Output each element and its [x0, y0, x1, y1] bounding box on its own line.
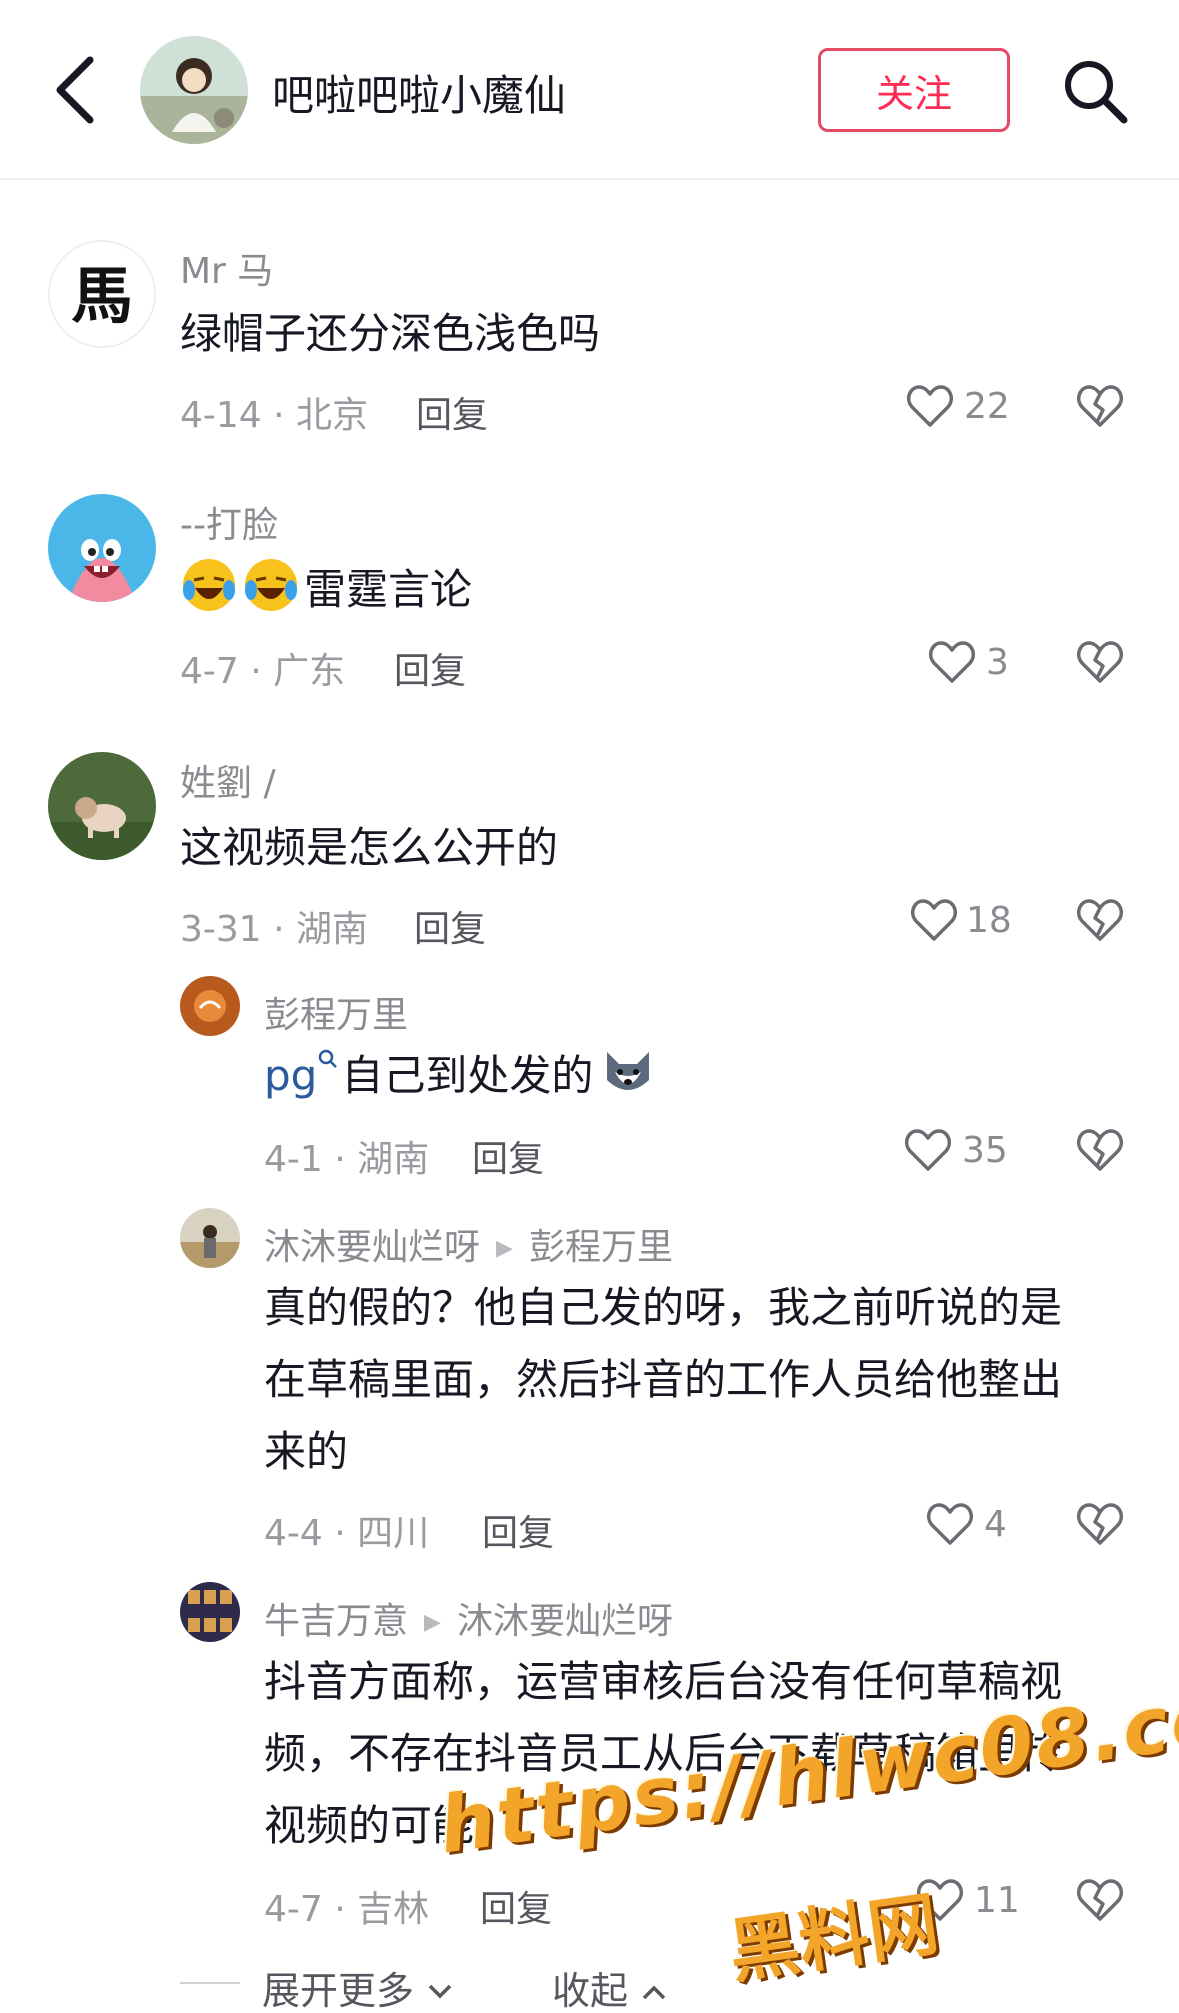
reply-button[interactable]: 回复 — [416, 386, 488, 438]
laugh-cry-emoji-icon — [183, 559, 235, 611]
reply-button[interactable]: 回复 — [394, 642, 466, 694]
commenter-name[interactable]: --打脸 — [180, 496, 278, 548]
like-count: 3 — [986, 642, 1009, 683]
dislike-broken-heart-icon[interactable] — [1076, 1502, 1124, 1546]
search-link-text[interactable]: pg — [264, 1051, 317, 1100]
commenter-name-text[interactable]: 沐沐要灿烂呀 — [264, 1227, 480, 1268]
commenter-name[interactable]: Mr 马 — [180, 242, 273, 294]
comment-text-content: 雷霆言论 — [304, 565, 473, 614]
comment-text-content: 自己到处发的 — [341, 1051, 594, 1100]
like-heart-icon[interactable] — [910, 898, 958, 942]
commenter-avatar[interactable]: 馬 — [48, 240, 156, 348]
comment-text: 真的假的？他自己发的呀，我之前听说的是 在草稿里面，然后抖音的工作人员给他整出 … — [264, 1272, 1144, 1488]
like-count: 22 — [964, 386, 1010, 427]
comment-meta: 4-7 · 广东 — [180, 651, 346, 692]
commenter-name: 牛吉万意 ▶ 沐沐要灿烂呀 — [264, 1592, 673, 1644]
top-bar: 吧啦吧啦小魔仙 关注 — [0, 0, 1179, 180]
reply-to-name[interactable]: 沐沐要灿烂呀 — [457, 1601, 673, 1642]
collapse-label: 收起 — [552, 1969, 629, 2013]
expand-more-label: 展开更多 — [262, 1969, 415, 2013]
like-count: 35 — [962, 1130, 1008, 1171]
like-count: 11 — [974, 1880, 1020, 1921]
dislike-broken-heart-icon[interactable] — [1076, 898, 1124, 942]
commenter-avatar[interactable] — [180, 976, 240, 1036]
comment-text-line: 来的 — [264, 1427, 349, 1476]
comment-text: 雷霆言论 — [180, 554, 472, 626]
dislike-broken-heart-icon[interactable] — [1076, 640, 1124, 684]
husky-dog-emoji-icon — [607, 1052, 650, 1090]
comment-meta: 4-1 · 湖南 — [264, 1139, 430, 1180]
comment-meta: 4-4 · 四川 — [264, 1513, 430, 1554]
comment-meta: 4-7 · 吉林 — [264, 1889, 430, 1930]
laugh-cry-emoji-icon — [245, 559, 297, 611]
dislike-broken-heart-icon[interactable] — [1076, 1878, 1124, 1922]
divider-line — [180, 1982, 240, 1984]
commenter-avatar[interactable] — [48, 752, 156, 860]
dislike-broken-heart-icon[interactable] — [1076, 384, 1124, 428]
comment-text: pg 自己到处发的 — [264, 1040, 661, 1112]
svg-text:馬: 馬 — [71, 259, 133, 332]
commenter-name-text[interactable]: 牛吉万意 — [264, 1601, 408, 1642]
reply-button[interactable]: 回复 — [472, 1130, 544, 1182]
chevron-down-icon — [428, 1984, 452, 1999]
commenter-name: 沐沐要灿烂呀 ▶ 彭程万里 — [264, 1218, 673, 1270]
comment-text: 绿帽子还分深色浅色吗 — [180, 309, 601, 358]
comment-meta: 3-31 · 湖南 — [180, 909, 369, 950]
back-arrow-icon[interactable] — [48, 52, 108, 128]
watermark-name: 黑料网 — [724, 1882, 944, 1994]
reply-button[interactable]: 回复 — [414, 900, 486, 952]
author-avatar[interactable] — [140, 36, 248, 144]
like-heart-icon[interactable] — [904, 1128, 952, 1172]
comment-meta: 4-14 · 北京 — [180, 395, 369, 436]
commenter-avatar[interactable] — [48, 494, 156, 602]
reply-to-arrow-icon: ▶ — [424, 1610, 441, 1635]
commenter-avatar[interactable] — [180, 1208, 240, 1268]
like-heart-icon[interactable] — [906, 384, 954, 428]
reply-button[interactable]: 回复 — [482, 1504, 554, 1556]
commenter-name[interactable]: 姓劉 / — [180, 754, 276, 806]
author-name: 吧啦吧啦小魔仙 — [272, 71, 567, 120]
dislike-broken-heart-icon[interactable] — [1076, 1128, 1124, 1172]
reply-button[interactable]: 回复 — [480, 1880, 552, 1932]
comment-text-line: 在草稿里面，然后抖音的工作人员给他整出 — [264, 1355, 1063, 1404]
follow-button[interactable]: 关注 — [818, 48, 1010, 132]
chevron-up-icon — [642, 1985, 666, 2000]
expand-more-button[interactable]: 展开更多 — [262, 1960, 454, 2013]
commenter-name[interactable]: 彭程万里 — [264, 986, 408, 1038]
search-small-icon[interactable] — [317, 1048, 339, 1070]
reply-to-name[interactable]: 彭程万里 — [529, 1227, 673, 1268]
reply-to-arrow-icon: ▶ — [496, 1236, 513, 1261]
search-icon[interactable] — [1060, 56, 1130, 126]
comment-text-line: 真的假的？他自己发的呀，我之前听说的是 — [264, 1283, 1063, 1332]
like-heart-icon[interactable] — [928, 640, 976, 684]
commenter-avatar[interactable] — [180, 1582, 240, 1642]
like-count: 4 — [984, 1504, 1007, 1545]
collapse-button[interactable]: 收起 — [552, 1960, 668, 2013]
comment-text: 这视频是怎么公开的 — [180, 823, 559, 872]
like-heart-icon[interactable] — [926, 1502, 974, 1546]
like-count: 18 — [966, 900, 1012, 941]
